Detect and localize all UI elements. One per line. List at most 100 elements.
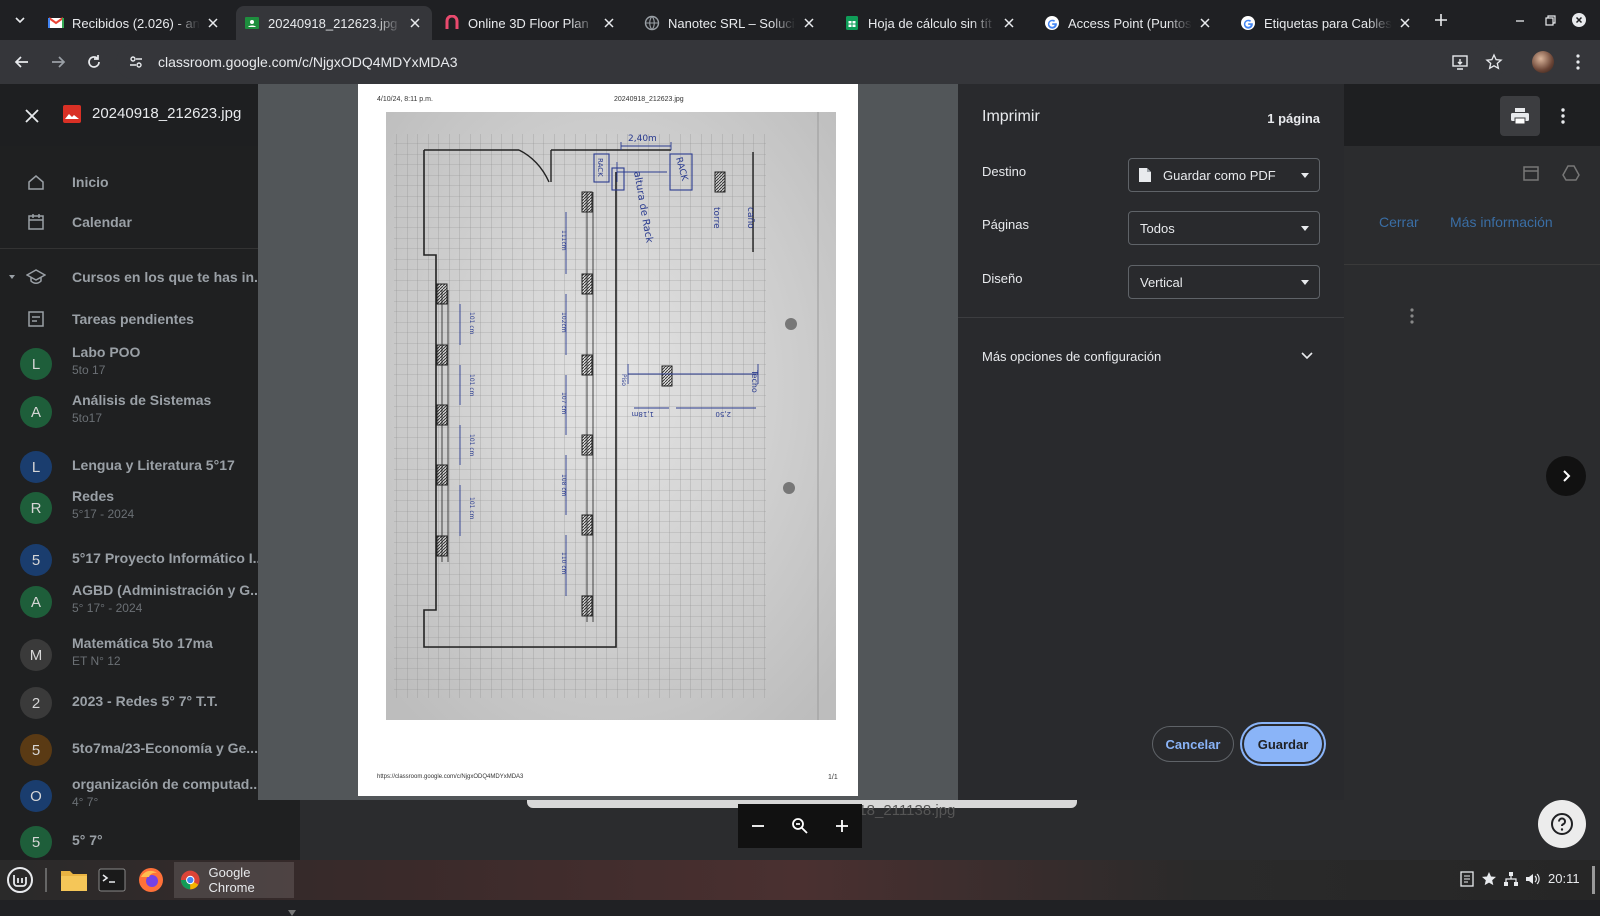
destination-label: Destino <box>982 164 1027 179</box>
close-tab-icon[interactable] <box>1000 14 1018 32</box>
tray-network[interactable] <box>1502 870 1520 888</box>
reload-button[interactable] <box>82 50 106 74</box>
zoom-magnifier-icon[interactable] <box>791 817 809 835</box>
course-subtitle: 4° 7° <box>72 795 99 809</box>
close-tab-icon[interactable] <box>406 14 424 32</box>
more-settings-label: Más opciones de configuración <box>982 348 1162 364</box>
zoom-in-icon[interactable] <box>834 818 850 834</box>
tab-nanotec[interactable]: Nanotec SRL – Solucio <box>636 6 826 40</box>
sidebar-course-item[interactable]: A AGBD (Administración y G... 5° 17° - 202… <box>0 580 300 624</box>
close-tab-icon[interactable] <box>800 14 818 32</box>
sidebar-item-inicio[interactable]: Inicio <box>0 164 300 200</box>
sidebar-course-item[interactable]: 2 2023 - Redes 5° 7° T.T. <box>0 681 300 725</box>
drive-icon[interactable] <box>1562 164 1580 182</box>
network-icon <box>1504 872 1518 886</box>
course-avatar: O <box>20 780 52 812</box>
sidebar-item-label: Tareas pendientes <box>72 311 194 327</box>
minimize-button[interactable] <box>1508 8 1532 32</box>
site-settings-icon[interactable] <box>128 54 144 70</box>
close-icon <box>1572 13 1586 27</box>
bookmark-star-button[interactable] <box>1482 50 1506 74</box>
tab-title: Recibidos (2.026) - an <box>72 15 200 31</box>
close-window-button[interactable] <box>1567 8 1591 32</box>
restore-button[interactable] <box>1538 8 1562 32</box>
destination-select[interactable]: Guardar como PDF <box>1128 158 1320 192</box>
profile-avatar[interactable] <box>1532 51 1554 73</box>
sidebar-item-calendar[interactable]: Calendar <box>0 204 300 240</box>
tab-etiquetas[interactable]: Etiquetas para Cables <box>1232 6 1422 40</box>
forward-button[interactable] <box>46 50 70 74</box>
course-subtitle: ET N° 12 <box>72 654 121 668</box>
tray-volume[interactable] <box>1524 870 1542 888</box>
sidebar-course-item[interactable]: M Matemática 5to 17ma ET N° 12 <box>0 633 300 677</box>
sidebar-course-item[interactable]: 5 5to7ma/23-Economía y Ge... <box>0 728 300 772</box>
tab-title: Access Point (Puntos <box>1068 15 1192 31</box>
show-desktop-button[interactable] <box>1592 866 1595 894</box>
close-tab-icon[interactable] <box>204 14 222 32</box>
sidebar-course-item[interactable]: L Labo POO 5to 17 <box>0 342 300 386</box>
classroom-sidebar: Inicio Calendar Cursos en los que te has… <box>0 146 300 916</box>
sketch-dim-left-2: 101 cm <box>468 374 475 397</box>
firefox-app-button[interactable] <box>135 864 167 896</box>
close-tab-icon[interactable] <box>1396 14 1414 32</box>
files-app-button[interactable] <box>58 864 90 896</box>
tab-classroom-image[interactable]: 20240918_212623.jpg <box>236 6 432 40</box>
layout-select[interactable]: Vertical <box>1128 265 1320 299</box>
tab-access-point[interactable]: Access Point (Puntos <box>1036 6 1222 40</box>
close-link[interactable]: Cerrar <box>1379 214 1419 230</box>
course-avatar: R <box>20 492 52 524</box>
sidebar-item-tareas[interactable]: Tareas pendientes <box>0 301 300 337</box>
sidebar-course-item[interactable]: L Lengua y Literatura 5°17 <box>0 445 300 489</box>
course-avatar: M <box>20 639 52 671</box>
more-info-link[interactable]: Más información <box>1450 214 1553 230</box>
course-subtitle: 5to17 <box>72 411 103 425</box>
sidebar-course-item[interactable]: 5 5° 7° <box>0 820 300 864</box>
sketch-label-cano: caño <box>745 207 755 229</box>
tab-title: Hoja de cálculo sin tít <box>868 15 992 31</box>
plus-icon <box>1435 14 1447 26</box>
course-name: 2023 - Redes 5° 7° T.T. <box>72 693 218 709</box>
divider <box>1316 264 1600 265</box>
back-button[interactable] <box>10 50 34 74</box>
clock[interactable]: 20:11 <box>1548 871 1580 886</box>
sidebar-course-item[interactable]: 5 5°17 Proyecto Informático I... <box>0 538 300 582</box>
kebab-menu-icon <box>1576 54 1580 70</box>
close-viewer-button[interactable] <box>20 104 44 128</box>
chrome-taskbar-button[interactable]: Google Chrome <box>174 862 294 898</box>
sidebar-course-item[interactable]: Oorganización de computad... 4° 7° <box>0 774 300 818</box>
start-menu-button[interactable] <box>4 864 36 896</box>
chrome-menu-button[interactable] <box>1566 50 1590 74</box>
settings-divider <box>958 317 1344 318</box>
more-settings-toggle[interactable]: Más opciones de configuración <box>982 346 1320 366</box>
sketch-label-bottom-a: 1,18m <box>631 410 654 418</box>
scroll-down-icon[interactable] <box>288 910 296 916</box>
new-tab-button[interactable] <box>1430 9 1452 31</box>
help-button[interactable] <box>1538 800 1586 848</box>
tab-sheets[interactable]: Hoja de cálculo sin tít <box>836 6 1026 40</box>
tray-notes[interactable] <box>1458 870 1476 888</box>
tray-favorites[interactable] <box>1480 870 1498 888</box>
close-tab-icon[interactable] <box>1196 14 1214 32</box>
terminal-app-button[interactable] <box>96 864 128 896</box>
background-file-name: 918_211138.jpg <box>850 802 956 819</box>
tab-floorplan[interactable]: Online 3D Floor Plan <box>436 6 626 40</box>
cancel-button[interactable]: Cancelar <box>1152 726 1234 762</box>
save-button[interactable]: Guardar <box>1244 726 1322 762</box>
address-bar[interactable]: classroom.google.com/c/NjgxODQ4MDYxMDA3 <box>116 45 1506 79</box>
install-app-button[interactable] <box>1448 50 1472 74</box>
close-tab-icon[interactable] <box>600 14 618 32</box>
sidebar-course-item[interactable]: R Redes 5°17 - 2024 <box>0 486 300 530</box>
dropdown-arrow-icon <box>1301 280 1309 285</box>
calendar-icon[interactable] <box>1522 164 1540 182</box>
pages-select[interactable]: Todos <box>1128 211 1320 245</box>
sidebar-item-cursos[interactable]: Cursos en los que te has in... <box>0 259 300 295</box>
viewer-more-button[interactable] <box>1548 98 1578 134</box>
zoom-out-icon[interactable] <box>750 818 766 834</box>
tab-gmail[interactable]: Recibidos (2.026) - an <box>40 6 230 40</box>
next-file-button[interactable] <box>1546 456 1586 496</box>
sidebar-course-item[interactable]: A Análisis de Sistemas 5to17 <box>0 390 300 434</box>
tab-search-button[interactable] <box>7 7 33 33</box>
print-button[interactable] <box>1500 96 1540 136</box>
kebab-menu-icon[interactable] <box>1410 308 1414 324</box>
chevron-down-icon <box>15 17 25 24</box>
